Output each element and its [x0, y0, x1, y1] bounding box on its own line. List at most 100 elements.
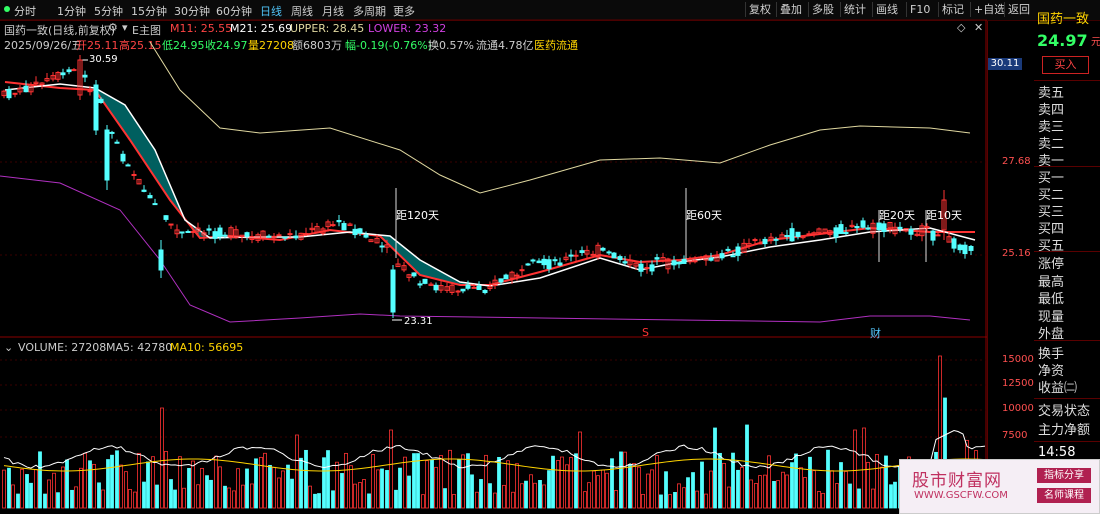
candle-body — [482, 289, 488, 294]
volume-bar — [484, 454, 488, 509]
candle-body — [222, 234, 228, 237]
volume-bar — [268, 464, 272, 509]
volume-bar — [371, 454, 375, 509]
candle-body — [908, 228, 914, 235]
volume-bar — [349, 465, 353, 509]
kline-chart[interactable] — [0, 0, 987, 514]
volume-bar — [713, 427, 717, 509]
volume-bar — [475, 491, 479, 509]
candle-body — [951, 238, 957, 249]
volume-bar — [488, 483, 492, 509]
panel-divider — [1034, 441, 1100, 442]
candle-body — [590, 253, 596, 256]
quote-stat-label: 最低 — [1038, 292, 1065, 307]
distance-120-label: 距120天 — [396, 209, 439, 222]
volume-bar — [137, 452, 141, 509]
volume-axis-label: 15000 — [1002, 354, 1034, 365]
volume-bar — [398, 467, 402, 509]
buy-button[interactable]: 买入 — [1042, 56, 1089, 74]
candle-body — [557, 262, 563, 266]
candle-body — [568, 254, 574, 257]
chevron-down-icon[interactable]: ⌄ — [4, 341, 13, 354]
candle-body — [762, 238, 768, 245]
candle-body — [276, 234, 282, 237]
toolbar-button-8[interactable]: 返回 — [1004, 2, 1033, 17]
volume-bar — [551, 455, 555, 509]
volume-bar — [677, 483, 681, 509]
volume-bar — [736, 469, 740, 509]
volume-bar — [254, 458, 258, 509]
volume-bar — [578, 431, 582, 509]
volume-axis-label: 7500 — [1002, 430, 1028, 441]
candle-body — [379, 245, 385, 248]
volume-bar — [250, 483, 254, 509]
volume-bar — [785, 474, 789, 509]
volume-bar — [151, 456, 155, 509]
volume-bar — [506, 460, 510, 509]
candle-body — [60, 72, 66, 76]
candle-body — [266, 235, 272, 238]
volume-bar — [115, 450, 119, 509]
volume-bar — [97, 482, 101, 509]
volume-bar — [781, 471, 785, 509]
volume-bar — [466, 453, 470, 509]
candle-body — [795, 231, 801, 238]
candle-body — [644, 267, 650, 270]
volume-bar — [65, 459, 69, 509]
distance-10-label: 距10天 — [926, 209, 962, 222]
volume-bar — [394, 489, 398, 509]
volume-bar — [632, 463, 636, 509]
volume-bar — [772, 480, 776, 509]
candle-body — [114, 141, 120, 144]
volume-label: VOLUME: 27208 — [18, 341, 107, 354]
volume-bar — [592, 470, 596, 509]
volume-bar — [61, 466, 65, 509]
volume-bar — [641, 493, 645, 509]
candle-body — [217, 227, 223, 237]
finance-marker[interactable]: 财 — [870, 325, 881, 341]
volume-bar — [214, 455, 218, 509]
status-label: 主力净额 — [1038, 423, 1091, 438]
volume-bar — [497, 456, 501, 509]
candle-body — [212, 231, 218, 239]
volume-bar — [884, 455, 888, 509]
candle-body — [649, 264, 655, 272]
candle-body — [168, 223, 174, 226]
volume-bar — [232, 490, 236, 509]
candle-body — [698, 256, 704, 259]
volume-axis-label: 12500 — [1002, 378, 1034, 389]
volume-bar — [317, 493, 321, 509]
volume-bar — [659, 494, 663, 509]
candle-body — [860, 220, 866, 228]
volume-bar — [7, 467, 11, 509]
candle-body — [147, 195, 153, 199]
candle-body — [185, 231, 191, 234]
volume-bar — [700, 461, 704, 509]
volume-bar — [29, 482, 33, 509]
volume-bar — [263, 452, 267, 509]
volume-bar — [344, 452, 348, 509]
quote-stat-label: 涨停 — [1038, 257, 1065, 272]
candle-body — [573, 254, 579, 257]
volume-bar — [542, 484, 546, 509]
volume-bar — [637, 466, 641, 509]
volume-bar — [808, 456, 812, 509]
volume-bar — [799, 467, 803, 509]
volume-bar — [749, 479, 753, 509]
volume-bar — [461, 454, 465, 509]
candle-body — [692, 260, 698, 263]
volume-bar — [286, 464, 290, 509]
volume-bar — [718, 452, 722, 509]
candle-body — [876, 222, 882, 231]
upper-band-line — [149, 41, 971, 194]
volume-bar — [128, 489, 132, 509]
volume-bar — [223, 485, 227, 509]
candle-body — [330, 224, 336, 227]
candle-body — [930, 230, 936, 241]
candle-body — [109, 131, 115, 134]
watermark: 股市财富网 WWW.GSCFW.COM 指标分享 名师课程 — [899, 459, 1100, 514]
volume-bar — [587, 482, 591, 509]
candle-body — [784, 235, 790, 238]
volume-bar — [803, 477, 807, 509]
volume-bar — [74, 486, 78, 509]
